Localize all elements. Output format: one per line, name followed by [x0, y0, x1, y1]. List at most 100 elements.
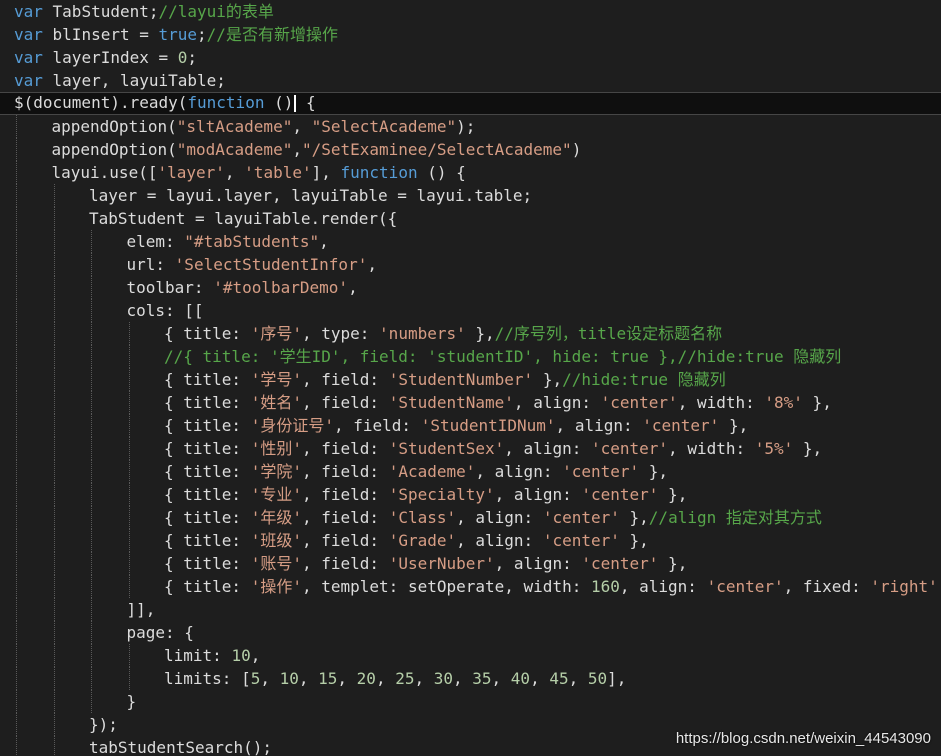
code-line[interactable]: appendOption("sltAcademe", "SelectAcadem… [0, 115, 941, 138]
indent-guide [91, 437, 92, 460]
code-token-string: '学号' [250, 370, 302, 389]
code-line[interactable]: //{ title: '学生ID', field: 'studentID', h… [0, 345, 941, 368]
code-line[interactable]: { title: '学号', field: 'StudentNumber' },… [0, 368, 941, 391]
code-token-plain: , [568, 669, 588, 688]
code-text: { title: '班级', field: 'Grade', align: 'c… [164, 529, 649, 552]
indent-guide [53, 276, 55, 299]
indent-guide [91, 529, 92, 552]
code-token-plain: , field: [301, 393, 389, 412]
code-line[interactable]: var blInsert = true;//是否有新增操作 [0, 23, 941, 46]
code-line[interactable]: } [0, 690, 941, 713]
code-line[interactable]: var TabStudent;//layui的表单 [0, 0, 941, 23]
code-line[interactable]: { title: '姓名', field: 'StudentName', ali… [0, 391, 941, 414]
code-token-plain: page: { [126, 623, 194, 642]
code-token-plain: TabStudent; [42, 2, 159, 21]
code-line[interactable]: { title: '年级', field: 'Class', align: 'c… [0, 506, 941, 529]
code-token-comment: //align 指定对其方式 [648, 508, 822, 527]
code-token-plain: , [337, 669, 357, 688]
code-token-plain: { title: [164, 508, 251, 527]
indent-guide [53, 345, 55, 368]
code-line[interactable]: limits: [5, 10, 15, 20, 25, 30, 35, 40, … [0, 667, 941, 690]
code-line[interactable]: page: { [0, 621, 941, 644]
code-token-plain: , [319, 232, 329, 251]
code-token-string: '5%' [754, 439, 794, 458]
code-token-plain: , align: [456, 531, 543, 550]
indent-guide [91, 460, 92, 483]
code-token-string: 'StudentName' [388, 393, 514, 412]
code-token-string: 'layer' [157, 163, 225, 182]
code-line[interactable]: appendOption("modAcademe","/SetExaminee/… [0, 138, 941, 161]
code-token-plain: { title: [164, 439, 251, 458]
code-token-number: 40 [510, 669, 531, 688]
code-token-keyword: var [14, 25, 43, 44]
code-token-number: 50 [587, 669, 608, 688]
code-token-plain: tabStudentSearch(); [89, 738, 273, 756]
code-line[interactable]: $(document).ready(function () { [0, 92, 941, 115]
code-token-keyword: var [14, 71, 43, 90]
code-line[interactable]: layui.use(['layer', 'table'], function (… [0, 161, 941, 184]
code-token-string: '年级' [250, 508, 302, 527]
code-line[interactable]: var layer, layuiTable; [0, 69, 941, 92]
code-line[interactable]: { title: '性别', field: 'StudentSex', alig… [0, 437, 941, 460]
indent-guide [16, 483, 17, 506]
code-token-plain: , [453, 669, 473, 688]
code-line[interactable]: { title: '操作', templet: setOperate, widt… [0, 575, 941, 598]
code-text: toolbar: '#toolbarDemo', [127, 276, 358, 299]
code-token-number: 45 [549, 669, 569, 688]
code-line[interactable]: url: 'SelectStudentInfor', [0, 253, 941, 276]
code-token-string: '学院' [250, 462, 302, 481]
indent-guide [16, 115, 17, 138]
code-token-string: '账号' [250, 554, 302, 573]
code-token-number: 5 [250, 669, 261, 688]
code-token-comment: //是否有新增操作 [206, 25, 338, 44]
code-text: $(document).ready(function () { [14, 92, 316, 113]
code-text: { title: '操作', templet: setOperate, widt… [164, 575, 941, 598]
code-token-plain: , [292, 140, 302, 159]
indent-guide [53, 736, 55, 756]
code-line[interactable]: { title: '序号', type: 'numbers' },//序号列，t… [0, 322, 941, 345]
indent-guide [16, 690, 17, 713]
code-token-string: "#tabStudents" [184, 232, 320, 251]
indent-guide [16, 529, 17, 552]
indent-guide [91, 391, 92, 414]
code-token-string: '序号' [250, 324, 302, 343]
code-line[interactable]: { title: '身份证号', field: 'StudentIDNum', … [0, 414, 941, 437]
code-token-plain: () { [417, 163, 466, 182]
indent-guide [53, 437, 55, 460]
code-line[interactable]: var layerIndex = 0; [0, 46, 941, 69]
code-text: layer = layui.layer, layuiTable = layui.… [89, 184, 532, 207]
code-token-string: "modAcademe" [176, 140, 293, 159]
code-editor[interactable]: var TabStudent;//layui的表单 var blInsert = … [0, 0, 941, 756]
indent-guide [16, 322, 17, 345]
indent-guide [91, 230, 92, 253]
indent-guide [53, 207, 55, 230]
indent-guide [16, 736, 17, 756]
code-line[interactable]: ]], [0, 598, 941, 621]
code-line[interactable]: elem: "#tabStudents", [0, 230, 941, 253]
code-token-plain: cols: [[ [126, 301, 204, 320]
code-line[interactable]: { title: '班级', field: 'Grade', align: 'c… [0, 529, 941, 552]
code-line[interactable]: layer = layui.layer, layuiTable = layui.… [0, 184, 941, 207]
code-line[interactable]: toolbar: '#toolbarDemo', [0, 276, 941, 299]
watermark: https://blog.csdn.net/weixin_44543090 [675, 730, 931, 747]
code-text: //{ title: '学生ID', field: 'studentID', h… [164, 345, 841, 368]
indent-guide [128, 345, 130, 368]
code-token-string: 'StudentSex' [388, 439, 505, 458]
code-token-comment: //hide:true 隐藏列 [562, 370, 726, 389]
indent-guide [16, 575, 17, 598]
indent-guide [128, 529, 130, 552]
code-text: var layerIndex = 0; [14, 46, 197, 69]
code-token-plain: , [348, 278, 358, 297]
code-line[interactable]: cols: [[ [0, 299, 941, 322]
code-text: url: 'SelectStudentInfor', [127, 253, 377, 276]
code-line[interactable]: { title: '学院', field: 'Academe', align: … [0, 460, 941, 483]
indent-guide [16, 345, 17, 368]
code-line[interactable]: { title: '账号', field: 'UserNuber', align… [0, 552, 941, 575]
code-line[interactable]: TabStudent = layuiTable.render({ [0, 207, 941, 230]
code-token-plain: , align: [475, 462, 563, 481]
code-line[interactable]: limit: 10, [0, 644, 941, 667]
code-token-plain: , [367, 255, 377, 274]
code-line[interactable]: { title: '专业', field: 'Specialty', align… [0, 483, 941, 506]
indent-guide [128, 575, 130, 598]
indent-guide [16, 598, 17, 621]
